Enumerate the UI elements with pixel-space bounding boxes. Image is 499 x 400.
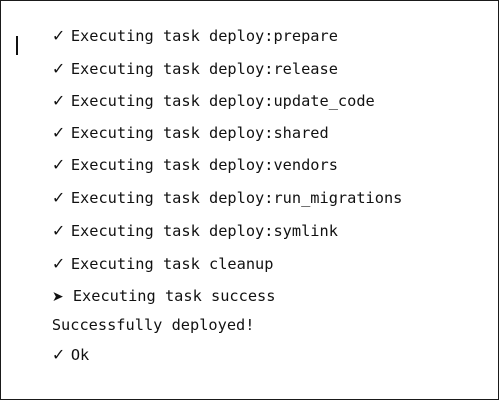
log-line: ✓ Executing task deploy:vendors <box>15 129 338 174</box>
log-line: ✓ Executing task deploy:release <box>15 33 338 78</box>
log-line: ✓ Ok <box>15 319 89 364</box>
log-line: ✓ Executing task deploy:update_code <box>15 65 375 110</box>
terminal-output: ✓ Executing task deploy:prepare ✓ Executin… <box>0 0 499 400</box>
log-line: ✓ Executing task deploy:symlink <box>15 195 338 240</box>
log-line: ✓ Executing task deploy:shared <box>15 97 329 142</box>
log-line: Successfully deployed! <box>15 289 255 334</box>
log-line-text: Ok <box>70 346 90 364</box>
text-cursor <box>16 36 18 55</box>
log-line: ➤ Executing task success <box>15 260 276 305</box>
log-line: ✓ Executing task deploy:run_migrations <box>15 162 403 207</box>
log-line: ✓ Executing task deploy:prepare <box>15 1 338 45</box>
log-line: ✓ Executing task cleanup <box>15 228 274 273</box>
check-icon: ✓ <box>51 345 66 364</box>
